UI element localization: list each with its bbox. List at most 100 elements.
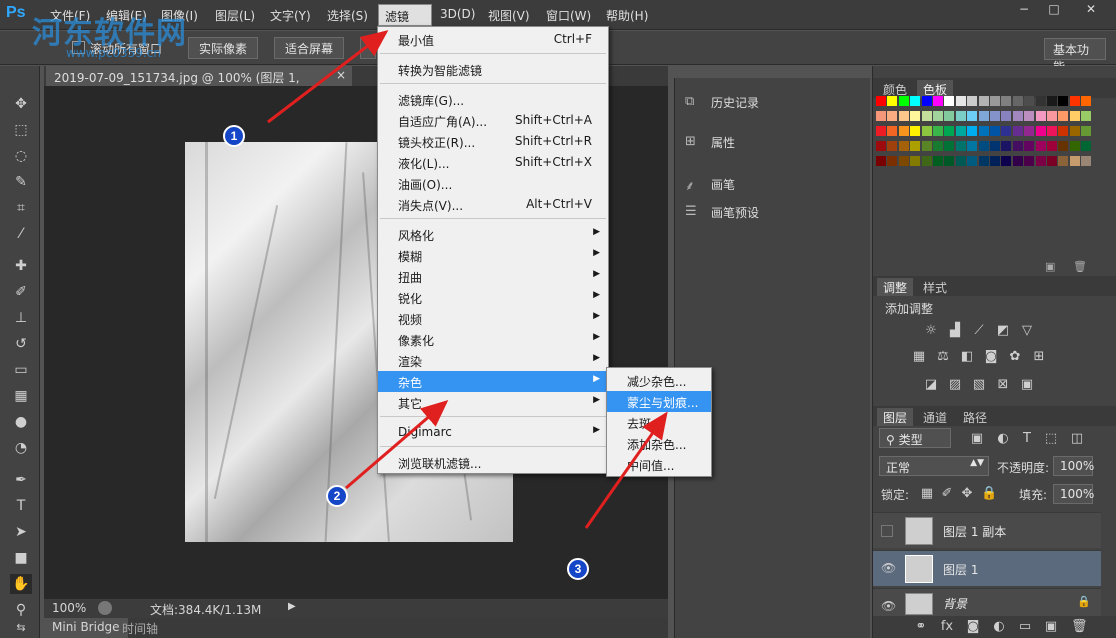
actual-pixels-button[interactable]: 实际像素 (188, 37, 259, 59)
swatch[interactable] (933, 126, 943, 136)
opacity-input[interactable]: 100% (1053, 456, 1094, 476)
fx-icon[interactable]: fx (939, 620, 955, 634)
swatch[interactable] (1035, 96, 1046, 106)
swatch[interactable] (955, 111, 966, 121)
swatch[interactable] (1081, 141, 1092, 151)
delete-layer-icon[interactable]: 🗑 (1071, 620, 1088, 634)
swatch[interactable] (990, 126, 1000, 136)
minimize-button[interactable]: − (1010, 0, 1038, 18)
swatch[interactable] (1035, 111, 1046, 121)
swatch-grid[interactable] (876, 96, 1094, 184)
swatch[interactable] (967, 96, 978, 106)
marquee-tool-icon[interactable]: ⬚ (10, 120, 32, 140)
swatch[interactable] (944, 111, 955, 121)
swatch[interactable] (933, 96, 943, 106)
swatch[interactable] (1069, 126, 1080, 136)
eye-icon[interactable]: 👁 (881, 561, 896, 575)
lock-transparency-icon[interactable]: ▦ (919, 487, 935, 501)
swatch[interactable] (1024, 141, 1035, 151)
zoom-level[interactable]: 100% (52, 601, 86, 615)
swatch[interactable] (921, 96, 932, 106)
new-group-icon[interactable]: ▭ (1017, 620, 1033, 634)
swatch[interactable] (876, 156, 886, 166)
swatch[interactable] (876, 141, 886, 151)
maximize-button[interactable]: □ (1040, 0, 1068, 18)
swatch[interactable] (955, 126, 966, 136)
swatch[interactable] (990, 141, 1000, 151)
menu-view[interactable]: 视图(V) (488, 7, 530, 24)
swatch[interactable] (898, 156, 909, 166)
swatch[interactable] (898, 111, 909, 121)
workspace-button[interactable]: 基本功能 (1044, 38, 1106, 74)
swatch[interactable] (898, 141, 909, 151)
eraser-tool-icon[interactable]: ▭ (10, 360, 32, 380)
menu-item-submenu[interactable]: 其它 ▶ (378, 392, 608, 413)
swap-colors-icon[interactable]: ⇆ (10, 618, 32, 638)
swatch[interactable] (1081, 156, 1092, 166)
swatch[interactable] (978, 156, 989, 166)
swatch[interactable] (1081, 126, 1092, 136)
panel-properties[interactable]: ⊞ 属性 (675, 126, 871, 160)
menu-item-filter[interactable]: 滤镜库(G)... (378, 89, 608, 110)
threshold-icon[interactable]: ▧ (971, 378, 987, 392)
swatch[interactable] (990, 156, 1000, 166)
swatch[interactable] (944, 96, 955, 106)
menu-item-submenu[interactable]: 模糊 ▶ (378, 245, 608, 266)
gradient-map-icon[interactable]: ⊠ (995, 378, 1011, 392)
swatch[interactable] (1058, 96, 1069, 106)
filter-smart-icon[interactable]: ◫ (1069, 432, 1085, 446)
swatch[interactable] (1001, 96, 1012, 106)
text-tool-icon[interactable]: T (10, 496, 32, 516)
vibrance-icon[interactable]: ▽ (1019, 324, 1035, 338)
swatch[interactable] (1047, 141, 1057, 151)
swatch[interactable] (933, 141, 943, 151)
swatch[interactable] (887, 141, 898, 151)
dodge-tool-icon[interactable]: ◔ (10, 438, 32, 458)
swatch[interactable] (1058, 111, 1069, 121)
lock-all-icon[interactable]: 🔒 (981, 487, 997, 501)
swatch[interactable] (876, 111, 886, 121)
swatch[interactable] (1024, 156, 1035, 166)
hand-tool-icon[interactable]: ✋ (10, 574, 32, 594)
swatch[interactable] (910, 111, 921, 121)
invert-icon[interactable]: ◪ (923, 378, 939, 392)
tab-channels[interactable]: 通道 (917, 408, 953, 426)
swatch[interactable] (887, 156, 898, 166)
swatch[interactable] (990, 111, 1000, 121)
swatch[interactable] (1035, 141, 1046, 151)
swatch[interactable] (910, 96, 921, 106)
menu-item-submenu[interactable]: 视频 ▶ (378, 308, 608, 329)
tab-layers[interactable]: 图层 (877, 408, 914, 426)
tab-adjustments[interactable]: 调整 (877, 278, 914, 296)
swatch[interactable] (1001, 156, 1012, 166)
swatch[interactable] (921, 141, 932, 151)
swatch[interactable] (1069, 96, 1080, 106)
menu-item-filter[interactable]: 消失点(V)... Alt+Ctrl+V (378, 194, 608, 215)
delete-swatch-icon[interactable]: 🗑 (1073, 260, 1087, 273)
menu-item-submenu[interactable]: 像素化 ▶ (378, 329, 608, 350)
new-adjustment-icon[interactable]: ◐ (991, 620, 1007, 634)
swatch[interactable] (1069, 141, 1080, 151)
lock-pixels-icon[interactable]: ✐ (939, 487, 955, 501)
link-layers-icon[interactable]: ⚭ (913, 620, 929, 634)
filter-adjustment-icon[interactable]: ◐ (995, 432, 1011, 446)
swatch[interactable] (967, 111, 978, 121)
pen-tool-icon[interactable]: ✒ (10, 470, 32, 490)
tab-paths[interactable]: 路径 (957, 408, 993, 426)
menu-item-filter[interactable]: 镜头校正(R)... Shift+Ctrl+R (378, 131, 608, 152)
move-tool-icon[interactable]: ✥ (10, 94, 32, 114)
swatch[interactable] (978, 141, 989, 151)
eye-icon[interactable]: 👁 (881, 599, 896, 613)
filter-type-icon[interactable]: T (1019, 432, 1035, 446)
swatch[interactable] (876, 96, 886, 106)
visibility-toggle[interactable] (881, 525, 893, 537)
swatch[interactable] (1081, 96, 1092, 106)
swatch[interactable] (887, 126, 898, 136)
menu-item-submenu[interactable]: 锐化 ▶ (378, 287, 608, 308)
clone-stamp-tool-icon[interactable]: ⊥ (10, 308, 32, 328)
swatch[interactable] (1069, 156, 1080, 166)
submenu-item[interactable]: 减少杂色... (607, 370, 711, 391)
submenu-item[interactable]: 中间值... (607, 454, 711, 475)
swatch[interactable] (1035, 126, 1046, 136)
swatch[interactable] (955, 156, 966, 166)
